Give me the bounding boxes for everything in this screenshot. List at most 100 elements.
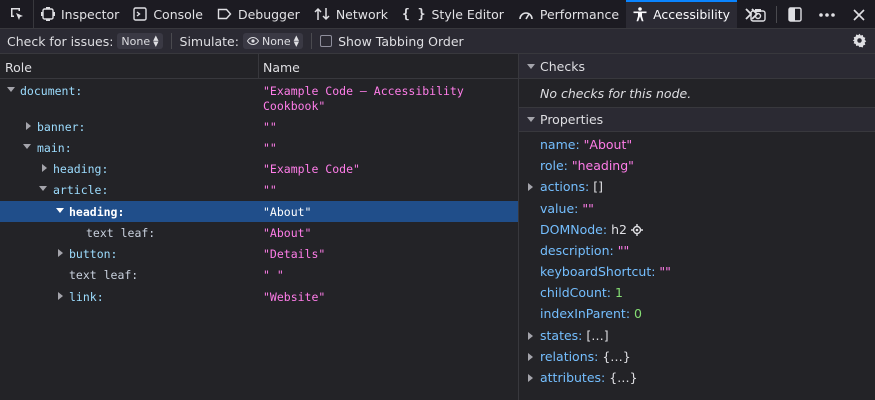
- check-issues-label: Check for issues:: [7, 33, 114, 49]
- row-role: link:: [69, 290, 104, 304]
- select-arrows-icon: ▲ ▼: [293, 34, 300, 48]
- prop-description: description: "": [519, 240, 875, 261]
- prop-value: "": [582, 201, 594, 216]
- style-editor-icon: { }: [402, 6, 426, 22]
- prop-key: value:: [540, 201, 579, 216]
- collapsed-arrow-icon[interactable]: [528, 183, 533, 191]
- simulate-value: None: [261, 34, 291, 48]
- row-role: document:: [20, 84, 83, 98]
- row-name: "Website": [263, 290, 326, 304]
- collapsed-arrow-icon[interactable]: [58, 292, 63, 300]
- tab-console-label: Console: [153, 6, 203, 22]
- role-column-header[interactable]: Role: [5, 60, 32, 75]
- tree-row-heading[interactable]: heading: "Example Code": [0, 158, 518, 179]
- row-name-continued: Cookbook": [263, 99, 326, 113]
- accessibility-filter-bar: Check for issues: None ▲ ▼ Simulate: None…: [0, 29, 875, 54]
- prop-attributes[interactable]: attributes: {…}: [519, 367, 875, 388]
- prop-value: 1: [615, 285, 623, 300]
- check-issues-select[interactable]: None ▲ ▼: [117, 33, 163, 49]
- collapsed-arrow-icon[interactable]: [58, 249, 63, 257]
- row-role: banner:: [37, 120, 86, 134]
- properties-section-header[interactable]: Properties: [519, 107, 875, 132]
- prop-relations[interactable]: relations: {…}: [519, 346, 875, 367]
- tab-accessibility[interactable]: Accessibility: [626, 0, 738, 28]
- prop-key: attributes:: [540, 370, 606, 385]
- collapsed-arrow-icon[interactable]: [26, 122, 31, 130]
- prop-value: "": [659, 264, 671, 279]
- accessibility-icon: [633, 6, 647, 22]
- debugger-icon: [217, 7, 232, 21]
- show-tabbing-order-label[interactable]: Show Tabbing Order: [338, 34, 464, 49]
- prop-key: DOMNode:: [540, 222, 608, 237]
- expanded-arrow-icon: [527, 63, 535, 69]
- row-name: "About": [263, 226, 312, 240]
- tree-row-text-leaf[interactable]: text leaf: "About": [0, 222, 518, 243]
- simulate-select[interactable]: None ▲ ▼: [242, 33, 304, 49]
- simulate-label: Simulate:: [179, 33, 239, 49]
- filter-separator: [170, 33, 172, 49]
- select-arrows-icon: ▲ ▼: [153, 34, 159, 48]
- tree-row-heading-selected[interactable]: heading: "About": [0, 201, 518, 222]
- expanded-arrow-icon[interactable]: [23, 144, 31, 149]
- options-menu-button[interactable]: [811, 0, 843, 29]
- row-name: "Details": [263, 247, 326, 261]
- performance-icon: [518, 7, 534, 21]
- toolbar-separator: [776, 6, 777, 23]
- tab-network-label: Network: [335, 6, 389, 22]
- tab-console[interactable]: Console: [126, 0, 210, 28]
- name-column-header[interactable]: Name: [263, 60, 300, 75]
- accessibility-tree: Role Name document: "Example Code – Acce…: [0, 54, 518, 400]
- toolbar-right-controls: [742, 0, 875, 29]
- dock-toggle-button[interactable]: [779, 0, 811, 29]
- collapsed-arrow-icon[interactable]: [528, 332, 533, 340]
- expanded-arrow-icon[interactable]: [56, 208, 64, 213]
- prop-value-row: value: "": [519, 198, 875, 219]
- tree-row-banner[interactable]: banner: "": [0, 116, 518, 137]
- expanded-arrow-icon[interactable]: [39, 186, 47, 191]
- prop-value: {…}: [602, 349, 631, 364]
- tree-row-link[interactable]: link: "Website": [0, 286, 518, 307]
- row-role: text leaf:: [69, 268, 139, 282]
- collapsed-arrow-icon[interactable]: [528, 353, 533, 361]
- checks-section-header[interactable]: Checks: [519, 54, 875, 79]
- tab-debugger[interactable]: Debugger: [210, 0, 307, 28]
- expanded-arrow-icon[interactable]: [7, 87, 15, 92]
- tab-performance-label: Performance: [539, 6, 620, 22]
- row-name: "": [263, 141, 277, 155]
- tree-row-button[interactable]: button: "Details": [0, 243, 518, 264]
- tree-row-main[interactable]: main: "": [0, 137, 518, 158]
- tab-style-editor[interactable]: { } Style Editor: [395, 0, 511, 28]
- collapsed-arrow-icon[interactable]: [528, 374, 533, 382]
- crosshair-icon: [630, 224, 643, 236]
- prop-value: "About": [583, 137, 633, 152]
- element-picker-button[interactable]: [0, 0, 34, 28]
- console-icon: [133, 7, 148, 21]
- element-picker-icon: [10, 8, 23, 20]
- settings-button[interactable]: [852, 33, 867, 51]
- screenshot-button[interactable]: [742, 0, 774, 29]
- row-role: text leaf:: [86, 226, 156, 240]
- select-node-button[interactable]: [630, 224, 643, 239]
- prop-key: actions:: [540, 179, 590, 194]
- close-devtools-button[interactable]: [843, 0, 875, 29]
- prop-value: {…}: [609, 370, 638, 385]
- prop-key: name:: [540, 137, 580, 152]
- expanded-arrow-icon: [527, 117, 535, 122]
- prop-states[interactable]: states: […]: [519, 325, 875, 346]
- tab-inspector-label: Inspector: [61, 6, 120, 22]
- no-checks-message: No checks for this node.: [540, 86, 692, 101]
- tab-performance[interactable]: Performance: [511, 0, 626, 28]
- show-tabbing-order-checkbox[interactable]: [320, 35, 333, 47]
- collapsed-arrow-icon[interactable]: [42, 164, 47, 172]
- tree-row-article[interactable]: article: "": [0, 179, 518, 200]
- eye-icon: [246, 37, 259, 45]
- tab-inspector[interactable]: Inspector: [34, 0, 126, 28]
- tree-row-text-leaf[interactable]: text leaf: " ": [0, 264, 518, 285]
- accessibility-sidebar: Checks No checks for this node. Properti…: [518, 54, 875, 400]
- prop-key: keyboardShortcut:: [540, 264, 656, 279]
- column-divider[interactable]: [258, 54, 259, 79]
- prop-actions[interactable]: actions: []: [519, 176, 875, 197]
- tab-network[interactable]: Network: [307, 0, 395, 28]
- row-role: main:: [37, 141, 72, 155]
- prop-role: role: "heading": [519, 155, 875, 176]
